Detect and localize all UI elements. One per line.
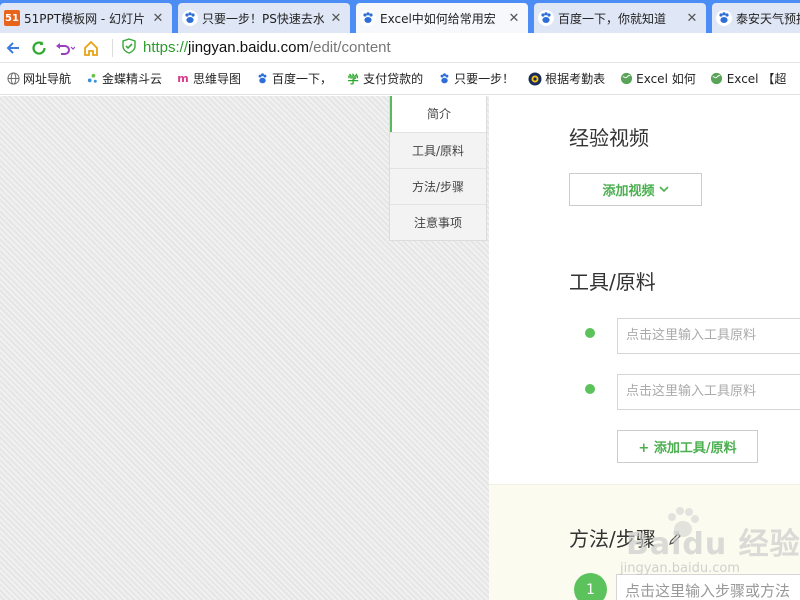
step-number-badge: 1: [574, 573, 607, 600]
bookmark-item[interactable]: 只要一步！: [431, 67, 522, 91]
bookmark-item[interactable]: 金蝶精斗云: [79, 67, 170, 91]
bookmark-label: 百度一下，: [272, 72, 333, 86]
xue-icon: 学: [347, 72, 359, 86]
baidu-paw-icon: [538, 10, 554, 26]
baidu-paw-icon: [182, 10, 198, 26]
bookmark-item[interactable]: 学 支付贷款的: [340, 67, 431, 91]
chevron-down-icon: [658, 182, 669, 197]
bookmark-label: 根据考勤表: [545, 72, 606, 86]
tab-baidu[interactable]: 百度一下，你就知道 ✕: [534, 3, 706, 33]
bookmark-label: 只要一步！: [454, 72, 515, 86]
bullet-dot: [585, 384, 595, 394]
method-section-title: 方法/步骤: [569, 523, 682, 552]
bookmark-item[interactable]: 根据考勤表: [522, 67, 613, 91]
tab-title: 泰安天气预报: [736, 11, 800, 26]
baidu-paw-icon: [360, 10, 376, 26]
mindmap-icon: m: [177, 72, 189, 85]
baidu-paw-icon: [255, 72, 269, 86]
undo-icon[interactable]: [52, 36, 78, 60]
close-icon[interactable]: ✕: [684, 11, 700, 26]
refresh-icon[interactable]: [26, 36, 52, 60]
kingdee-icon: [85, 72, 99, 86]
close-icon[interactable]: ✕: [328, 11, 344, 26]
add-video-button[interactable]: 添加视频: [569, 173, 702, 206]
bookmark-label: Excel 【超: [726, 72, 787, 86]
tab-title: 51PPT模板网 - 幻灯片: [24, 11, 146, 26]
section-nav: 简介 工具/原料 方法/步骤 注意事项: [389, 96, 487, 241]
add-tool-button[interactable]: + 添加工具/原料: [617, 430, 758, 463]
editor-panel: 经验视频 添加视频 工具/原料 点击这里输入工具原料 点击这里输入工具原料 + …: [489, 96, 800, 600]
bookmarks-bar: 网址导航 金蝶精斗云 m 思维导图 百度一下， 学 支付贷款的 只要一步！ 根据…: [0, 63, 800, 95]
edit-pencil-icon[interactable]: [668, 527, 682, 551]
divider: [112, 38, 113, 57]
shield-icon[interactable]: [121, 38, 137, 57]
baidu-paw-icon: [437, 72, 451, 86]
tab-title: 只要一步！PS快速去水: [202, 11, 324, 26]
51ppt-icon: 51: [4, 10, 20, 26]
tab-title: 百度一下，你就知道: [558, 11, 667, 26]
back-arrow-icon[interactable]: [0, 36, 26, 60]
bookmark-item[interactable]: 网址导航: [0, 67, 79, 91]
close-icon[interactable]: ✕: [150, 11, 166, 26]
globe-icon: [619, 72, 633, 86]
url-scheme: https://: [143, 39, 189, 56]
tool-input[interactable]: 点击这里输入工具原料: [617, 318, 800, 354]
bookmark-item[interactable]: Excel 【超: [704, 67, 795, 91]
close-icon[interactable]: ✕: [506, 11, 522, 26]
bookmark-label: 网址导航: [23, 72, 72, 86]
nav-item-tools[interactable]: 工具/原料: [390, 132, 486, 168]
add-video-label: 添加视频: [602, 184, 655, 199]
method-title-text: 方法/步骤: [569, 527, 656, 551]
nav-item-notes[interactable]: 注意事项: [390, 204, 486, 240]
home-icon[interactable]: [78, 36, 104, 60]
url-path: /edit/content: [308, 39, 391, 56]
tab-strip: 51 51PPT模板网 - 幻灯片 ✕ 只要一步！PS快速去水 ✕ Excel中…: [0, 0, 800, 33]
bookmark-item[interactable]: Excel 如何: [613, 67, 704, 91]
tab-ps[interactable]: 只要一步！PS快速去水 ✕: [178, 3, 350, 33]
step-input[interactable]: 点击这里输入步骤或方法: [616, 574, 800, 600]
globe-icon: [710, 72, 724, 86]
bullet-dot: [585, 328, 595, 338]
address-bar[interactable]: https://jingyan.baidu.com/edit/content: [112, 36, 800, 60]
bookmark-label: 思维导图: [193, 72, 242, 86]
tools-section-title: 工具/原料: [569, 270, 656, 294]
bookmark-item[interactable]: 百度一下，: [249, 67, 340, 91]
nav-item-intro[interactable]: 简介: [390, 96, 486, 132]
browser-toolbar: https://jingyan.baidu.com/edit/content: [0, 33, 800, 63]
baidu-paw-icon: [716, 10, 732, 26]
bookmark-item[interactable]: m 思维导图: [170, 67, 249, 91]
tab-51ppt[interactable]: 51 51PPT模板网 - 幻灯片 ✕: [0, 3, 172, 33]
bookmark-label: Excel 如何: [636, 72, 696, 86]
bookmark-label: 支付贷款的: [363, 72, 424, 86]
url-text[interactable]: https://jingyan.baidu.com/edit/content: [143, 39, 391, 56]
video-section-title: 经验视频: [569, 126, 649, 150]
nav-item-method[interactable]: 方法/步骤: [390, 168, 486, 204]
tab-excel-macro[interactable]: Excel中如何给常用宏 ✕: [356, 3, 528, 33]
globe-icon: [6, 72, 20, 86]
tab-weather[interactable]: 泰安天气预报: [712, 3, 800, 33]
url-host: jingyan.baidu.com: [188, 39, 309, 56]
app-icon: [528, 72, 542, 86]
tool-input[interactable]: 点击这里输入工具原料: [617, 374, 800, 410]
tab-title: Excel中如何给常用宏: [380, 11, 496, 26]
page-content: 简介 工具/原料 方法/步骤 注意事项 经验视频 添加视频 工具/原料 点击这里…: [0, 96, 800, 600]
bookmark-label: 金蝶精斗云: [102, 72, 163, 86]
